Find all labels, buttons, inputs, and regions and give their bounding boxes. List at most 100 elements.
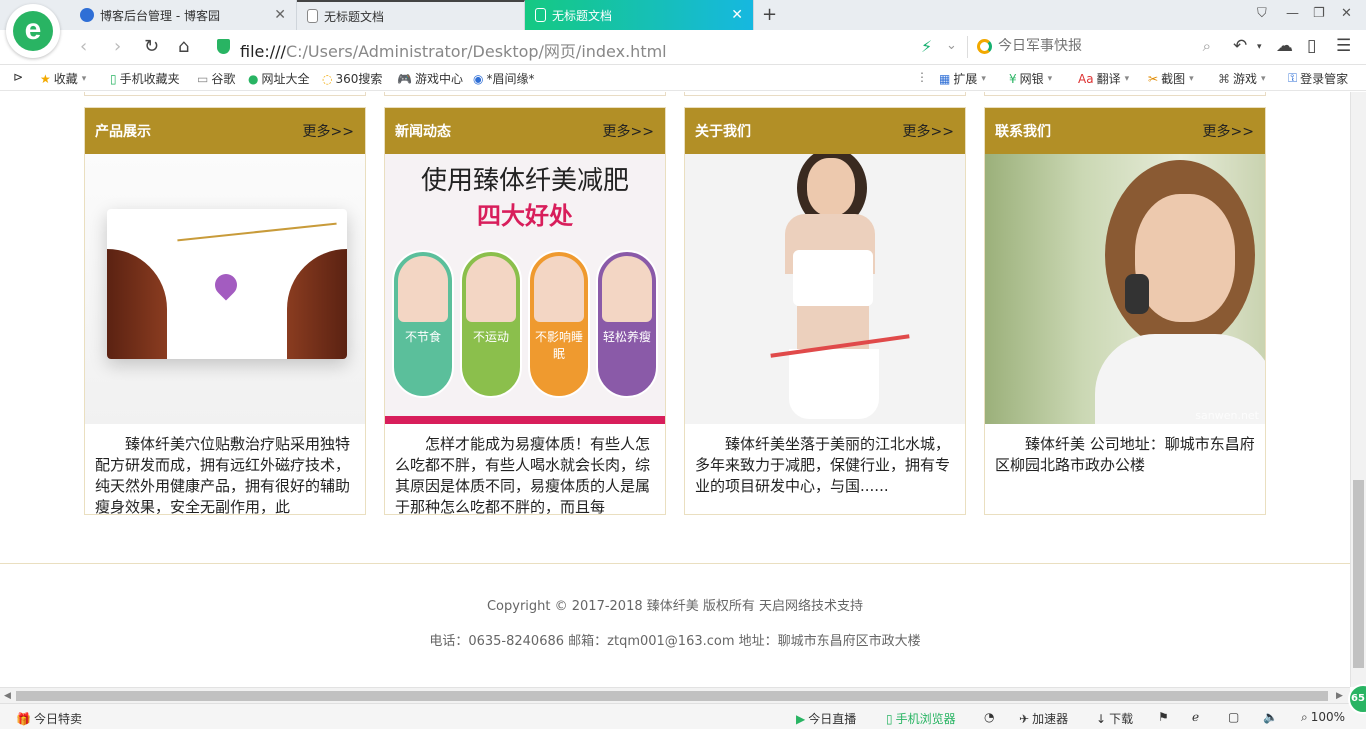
key-icon: ⚿: [1288, 71, 1298, 85]
card-header: 关于我们 更多>>: [685, 108, 965, 154]
tab-blog-admin[interactable]: 博客后台管理 - 博客园 ✕: [70, 0, 297, 30]
person-photo: [534, 256, 584, 322]
card-header: 产品展示 更多>>: [85, 108, 365, 154]
document-icon: [535, 8, 546, 22]
volume-icon[interactable]: 🔈: [1263, 710, 1278, 724]
home-icon[interactable]: ⌂: [178, 36, 189, 57]
ext-games[interactable]: ⌘ 游戏 ▾: [1218, 70, 1266, 87]
more-link[interactable]: 更多>>: [1203, 121, 1254, 141]
more-link[interactable]: 更多>>: [603, 121, 654, 141]
more-link[interactable]: 更多>>: [303, 121, 354, 141]
shirt-skin-icon[interactable]: ⛉: [1257, 6, 1267, 21]
phone-icon: ▯: [110, 71, 117, 86]
new-tab-button[interactable]: +: [762, 4, 777, 25]
phone-icon[interactable]: ▯: [1307, 36, 1316, 56]
bookmark-label: 游戏中心: [414, 72, 463, 86]
scroll-thumb[interactable]: [1353, 480, 1364, 668]
accelerator-button[interactable]: ✈ 加速器: [1019, 710, 1068, 727]
diet-poster-image[interactable]: 使用臻体纤美减肥 四大好处 不节食 不运动 不影响睡眠 轻松养瘦: [385, 154, 665, 424]
section-divider: [384, 92, 666, 96]
ext-banking[interactable]: ¥ 网银 ▾: [1009, 70, 1052, 87]
bookmark-label: 360搜索: [335, 72, 383, 86]
grid-icon: ▦: [939, 71, 951, 86]
cloud-icon[interactable]: ☁: [1276, 36, 1293, 56]
search-input[interactable]: [998, 38, 1188, 54]
card-contact: 联系我们 更多>> sanwen.net 臻体纤美 公司地址：聊城市东昌府区柳园…: [984, 107, 1266, 515]
zoom-control[interactable]: ⌕ 100%: [1301, 710, 1345, 725]
close-icon[interactable]: ✕: [731, 7, 743, 23]
scroll-thumb[interactable]: [16, 691, 1328, 701]
window-icon[interactable]: ▢: [1228, 710, 1239, 724]
download-button[interactable]: ↓ 下载: [1096, 710, 1133, 727]
tab-untitled-2-active[interactable]: 无标题文档 ✕: [525, 0, 754, 30]
product-image[interactable]: [85, 154, 365, 424]
lightning-icon[interactable]: ⚡: [921, 37, 932, 56]
chevron-down-icon: ▾: [1189, 73, 1194, 84]
benefit-pill: 不影响睡眠: [528, 250, 590, 398]
section-divider: [684, 92, 966, 96]
chevron-down-icon[interactable]: ⌄: [946, 38, 957, 53]
contact-photo[interactable]: sanwen.net: [985, 154, 1265, 424]
tab-label: 博客后台管理 - 博客园: [100, 8, 220, 23]
restore-icon[interactable]: ❐: [1313, 6, 1325, 21]
more-link[interactable]: 更多>>: [903, 121, 954, 141]
ext-extensions[interactable]: ▦ 扩展 ▾: [939, 70, 986, 87]
ext-translate[interactable]: Aa 翻译 ▾: [1078, 70, 1129, 87]
benefit-label: 不影响睡眠: [534, 330, 583, 361]
card-header: 新闻动态 更多>>: [385, 108, 665, 154]
bookmark-mobile[interactable]: ▯ 手机收藏夹: [110, 70, 180, 87]
chevron-down-icon: ▾: [1047, 73, 1053, 84]
benefit-pill: 轻松养瘦: [596, 250, 658, 398]
chevron-down-icon: ▾: [981, 73, 986, 84]
more-dots-icon[interactable]: ⋮: [916, 70, 928, 84]
ext-login-manager[interactable]: ⚿ 登录管家: [1288, 70, 1348, 87]
bookmark-games[interactable]: 🎮 游戏中心: [397, 70, 463, 87]
browser-logo[interactable]: e: [6, 4, 60, 58]
window-close-icon[interactable]: ✕: [1341, 6, 1352, 21]
bookmark-sites[interactable]: ● 网址大全: [248, 70, 310, 87]
benefit-label: 不运动: [472, 330, 509, 344]
about-photo[interactable]: [685, 154, 965, 424]
undo-icon[interactable]: ↶: [1233, 36, 1247, 56]
horizontal-scrollbar[interactable]: ◀ ▶: [0, 687, 1350, 703]
card-products: 产品展示 更多>> 臻体纤美穴位贴敷治疗贴采用独特配方研发而成，拥有远红外磁疗技…: [84, 107, 366, 515]
card-summary: 怎样才能成为易瘦体质！有些人怎么吃都不胖，有些人喝水就会长肉，综其原因是体质不同…: [395, 435, 651, 515]
minimize-icon[interactable]: —: [1286, 6, 1299, 21]
tab-bar: e 博客后台管理 - 博客园 ✕ 无标题文档 无标题文档 ✕ + ⛉ — ❐ ✕: [0, 0, 1366, 58]
daily-deals[interactable]: 🎁 今日特卖: [16, 710, 82, 727]
compat-icon[interactable]: ⚑: [1158, 710, 1169, 724]
live-button[interactable]: ▶ 今日直播: [796, 710, 856, 727]
search-icon[interactable]: ⌕: [1203, 37, 1211, 55]
sidebar-toggle-icon[interactable]: ⊳: [13, 70, 23, 84]
chevron-down-icon: ▾: [1261, 73, 1266, 84]
forward-icon[interactable]: ›: [114, 36, 121, 57]
scroll-left-icon[interactable]: ◀: [4, 691, 11, 701]
bookmark-label: 收藏: [53, 72, 78, 86]
chevron-down-icon[interactable]: ▾: [1257, 42, 1262, 52]
scroll-right-icon[interactable]: ▶: [1336, 691, 1343, 701]
tab-untitled-1[interactable]: 无标题文档: [297, 0, 525, 30]
bookmark-google[interactable]: ▭ 谷歌: [197, 70, 235, 87]
gamepad-icon: ⌘: [1218, 71, 1230, 86]
yen-icon: ¥: [1009, 71, 1017, 86]
close-icon[interactable]: ✕: [274, 7, 286, 23]
mobile-browser-button[interactable]: ▯ 手机浏览器: [886, 710, 956, 727]
bookmark-360-search[interactable]: ◌ 360搜索: [322, 70, 382, 87]
search-box[interactable]: ⌕: [967, 36, 1217, 58]
refresh-icon[interactable]: ↻: [144, 36, 159, 57]
menu-icon[interactable]: ☰: [1336, 36, 1351, 56]
bookmark-favorites[interactable]: ★ 收藏 ▾: [40, 70, 86, 87]
back-icon[interactable]: ‹: [80, 36, 87, 57]
bookmark-label: 网址大全: [261, 72, 310, 86]
ext-screenshot[interactable]: ✂ 截图 ▾: [1148, 70, 1194, 87]
bookmark-label: 手机收藏夹: [119, 72, 180, 86]
url-field[interactable]: file:///C:/Users/Administrator/Desktop/网…: [240, 38, 667, 62]
vertical-scrollbar[interactable]: [1350, 92, 1366, 687]
bookmark-meijianyuan[interactable]: ◉ *眉间缘*: [473, 70, 535, 87]
person-shorts: [789, 349, 879, 419]
ie-icon[interactable]: ℯ: [1192, 710, 1199, 724]
scissors-icon: ✂: [1148, 71, 1159, 86]
tab-label: 无标题文档: [552, 8, 613, 23]
benefit-pill: 不运动: [460, 250, 522, 398]
speed-icon[interactable]: ◔: [984, 710, 994, 724]
